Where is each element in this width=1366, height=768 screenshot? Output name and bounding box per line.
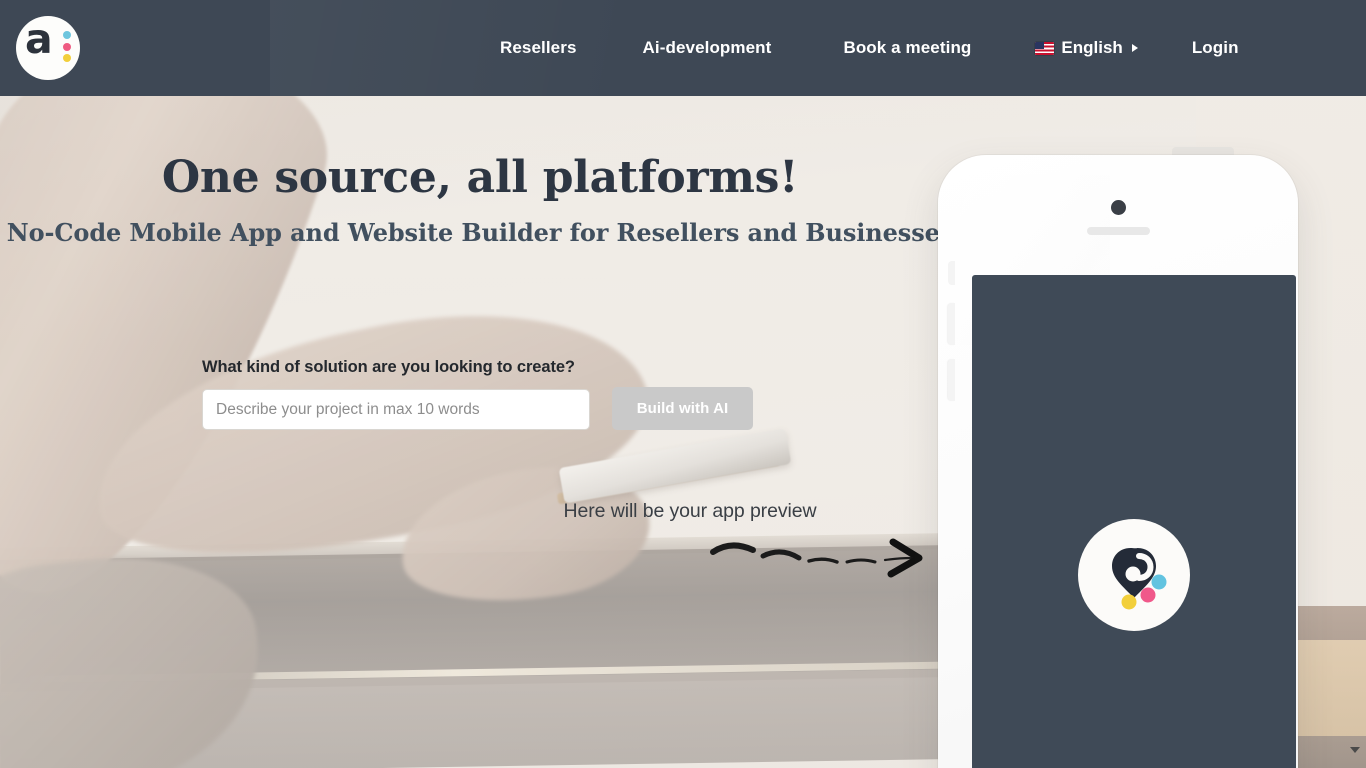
main-navigation: Resellers Ai-development Book a meeting … bbox=[500, 0, 1239, 96]
phone-screen-preview bbox=[972, 275, 1296, 768]
curved-arrow-right-icon bbox=[710, 538, 923, 578]
brand-dots-icon bbox=[63, 31, 71, 62]
chevron-right-icon bbox=[1131, 44, 1138, 52]
brand-letter: a bbox=[25, 15, 53, 63]
phone-front-camera-icon bbox=[1111, 200, 1126, 215]
hero-subheadline: No-Code Mobile App and Website Builder f… bbox=[6, 218, 954, 247]
scroll-down-arrow-icon[interactable] bbox=[1346, 741, 1363, 758]
phone-volume-up-button bbox=[948, 303, 955, 345]
phone-silent-switch bbox=[948, 261, 955, 285]
app-logo-mark bbox=[1078, 519, 1190, 631]
app-preview-hint: Here will be your app preview bbox=[563, 500, 817, 522]
nav-item-ai-development[interactable]: Ai-development bbox=[643, 30, 772, 66]
phone-body bbox=[938, 155, 1298, 768]
hero-content: One source, all platforms! No-Code Mobil… bbox=[0, 96, 960, 768]
nav-item-book-a-meeting[interactable]: Book a meeting bbox=[843, 30, 971, 66]
login-button[interactable]: Login bbox=[1192, 30, 1239, 66]
project-description-input[interactable] bbox=[202, 389, 590, 430]
phone-mockup bbox=[920, 140, 1320, 768]
prompt-block: What kind of solution are you looking to… bbox=[202, 358, 802, 430]
app-logo-svg bbox=[1112, 548, 1167, 610]
build-with-ai-button[interactable]: Build with AI bbox=[612, 387, 753, 430]
page-root: a Resellers Ai-development Book a meetin… bbox=[0, 0, 1366, 768]
language-selector[interactable]: English bbox=[1035, 38, 1138, 58]
hero-headline: One source, all platforms! bbox=[161, 152, 799, 203]
brand-logo-inner: a bbox=[25, 19, 71, 68]
prompt-row: Build with AI bbox=[202, 387, 802, 430]
language-label: English bbox=[1061, 38, 1123, 57]
phone-earpiece-speaker bbox=[1087, 227, 1150, 235]
prompt-label: What kind of solution are you looking to… bbox=[202, 358, 575, 376]
brand-logo[interactable]: a bbox=[16, 16, 80, 80]
site-header: a Resellers Ai-development Book a meetin… bbox=[0, 0, 1366, 96]
phone-volume-down-button bbox=[948, 359, 955, 401]
nav-item-resellers[interactable]: Resellers bbox=[500, 30, 577, 66]
us-flag-icon bbox=[1035, 41, 1055, 55]
